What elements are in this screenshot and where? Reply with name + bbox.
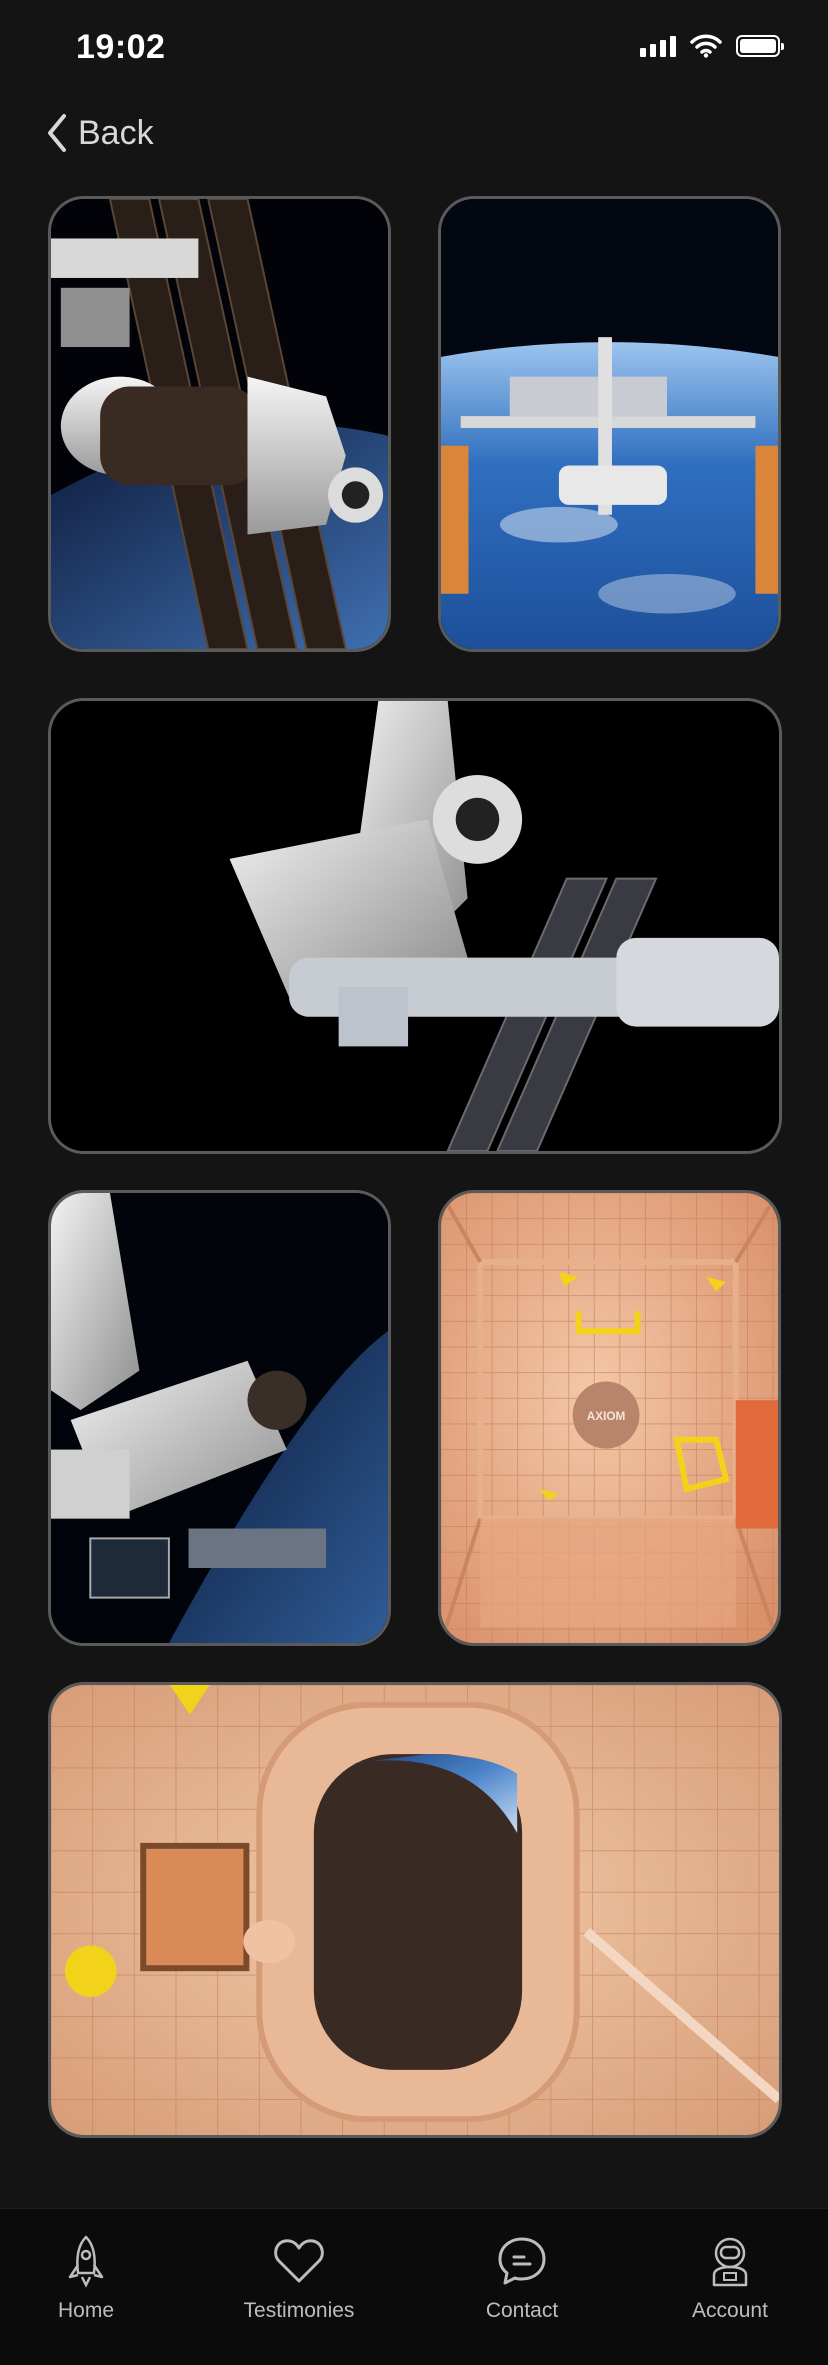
astronaut-icon	[712, 2237, 748, 2287]
status-icons	[640, 34, 784, 58]
battery-icon	[736, 35, 784, 57]
cellular-signal-icon	[640, 35, 676, 57]
gallery-image-padded-interior[interactable]: AXIOM	[438, 1190, 781, 1646]
axiom-logo: AXIOM	[587, 1409, 626, 1423]
tab-testimonies[interactable]: Testimonies	[199, 2233, 399, 2323]
chevron-left-icon	[48, 114, 66, 152]
tab-contact[interactable]: Contact	[422, 2233, 622, 2323]
gallery-image-station-ocean[interactable]	[438, 196, 781, 652]
tab-label: Contact	[485, 2299, 559, 2322]
tab-label: Home	[57, 2299, 115, 2322]
tab-bar: Home Testimonies Contact Account	[0, 2208, 828, 2365]
status-bar: 19:02	[0, 0, 828, 100]
tab-label: Account	[692, 2299, 768, 2322]
gallery-image-station-docking[interactable]	[48, 698, 782, 1154]
rocket-icon	[68, 2235, 104, 2288]
heart-icon	[274, 2239, 324, 2283]
back-button[interactable]: Back	[44, 112, 154, 154]
wifi-icon	[690, 34, 722, 58]
tab-home[interactable]: Home	[0, 2233, 186, 2323]
status-time: 19:02	[76, 28, 166, 66]
gallery-image-window-interior[interactable]	[48, 1682, 782, 2138]
tab-account[interactable]: Account	[630, 2233, 828, 2323]
chat-bubble-icon	[498, 2237, 546, 2285]
gallery-image-station-modules[interactable]	[48, 1190, 391, 1646]
tab-label: Testimonies	[243, 2299, 355, 2322]
back-label: Back	[78, 113, 154, 152]
gallery-image-station-module[interactable]	[48, 196, 391, 652]
